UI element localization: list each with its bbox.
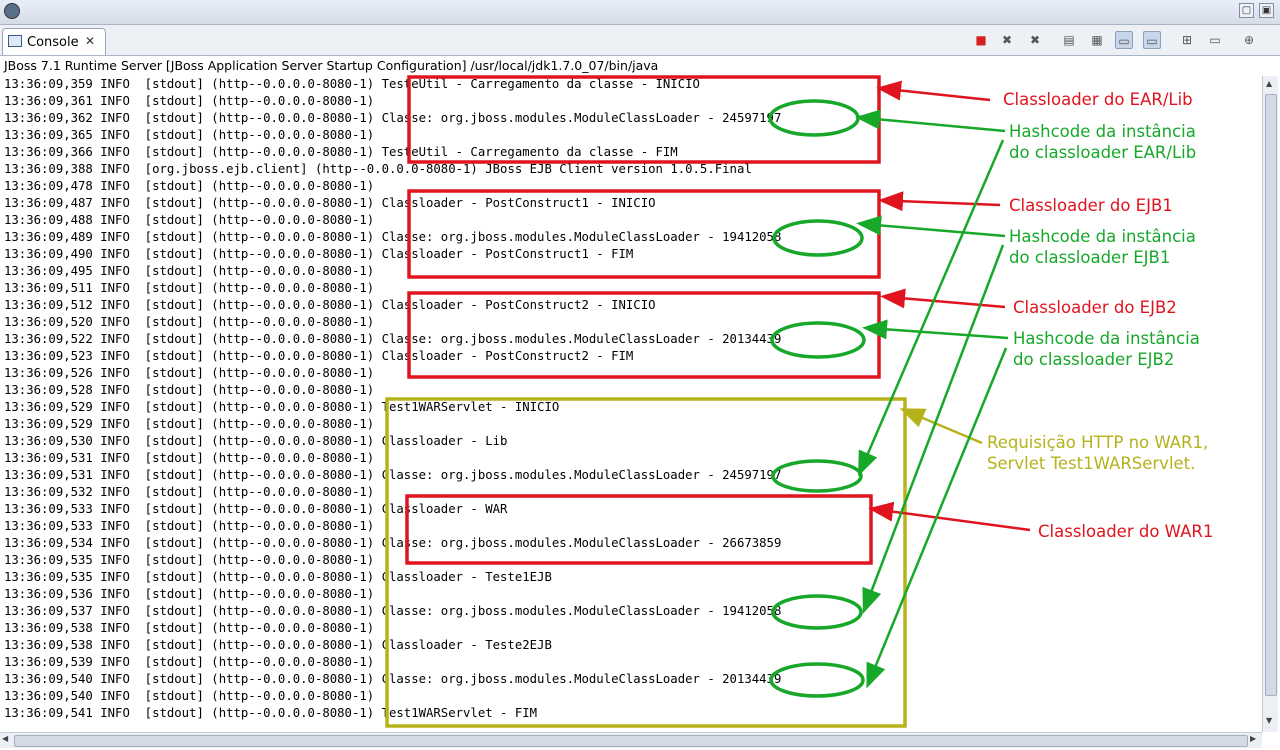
label-war1: Classloader do WAR1 <box>1038 522 1214 541</box>
arrow-ejb1 <box>878 191 1001 212</box>
hash-ellipse <box>770 321 866 359</box>
ejb2-box <box>407 291 881 379</box>
annotation-overlay <box>385 75 1031 728</box>
hash-ellipse <box>768 99 860 137</box>
ear-lib-box <box>407 75 881 164</box>
hash-ellipse <box>772 219 864 257</box>
label-ear-lib: Classloader do EAR/Lib <box>1003 90 1193 109</box>
label-hash-ear-2: do classloader EAR/Lib <box>1009 143 1197 162</box>
label-hash-ejb2-1: Hashcode da instância <box>1013 329 1200 348</box>
label-hash-ejb2-2: do classloader EJB2 <box>1013 350 1175 369</box>
war1-box <box>405 494 873 565</box>
label-hash-ejb1-2: do classloader EJB1 <box>1009 248 1171 267</box>
hash-ellipse <box>771 594 863 630</box>
hash-ellipse <box>769 662 865 698</box>
arrow-ejb2 <box>880 288 1006 309</box>
label-ejb1: Classloader do EJB1 <box>1009 196 1173 215</box>
label-hash-ejb1-1: Hashcode da instância <box>1009 227 1196 246</box>
label-ejb2: Classloader do EJB2 <box>1013 298 1177 317</box>
arrow-hash-ejb1 <box>856 215 1006 238</box>
hash-ellipse <box>771 459 863 493</box>
label-http-2: Servlet Test1WARServlet. <box>987 454 1196 473</box>
arrow-ear-lib <box>876 80 991 102</box>
label-hash-ear-1: Hashcode da instância <box>1009 122 1196 141</box>
arrow-war1 <box>868 501 1031 532</box>
arrow-hash-ejb2 <box>862 319 1009 340</box>
arrow-hash-ear <box>855 109 1006 133</box>
label-http-1: Requisição HTTP no WAR1, <box>987 433 1209 452</box>
ejb1-box <box>407 189 881 279</box>
